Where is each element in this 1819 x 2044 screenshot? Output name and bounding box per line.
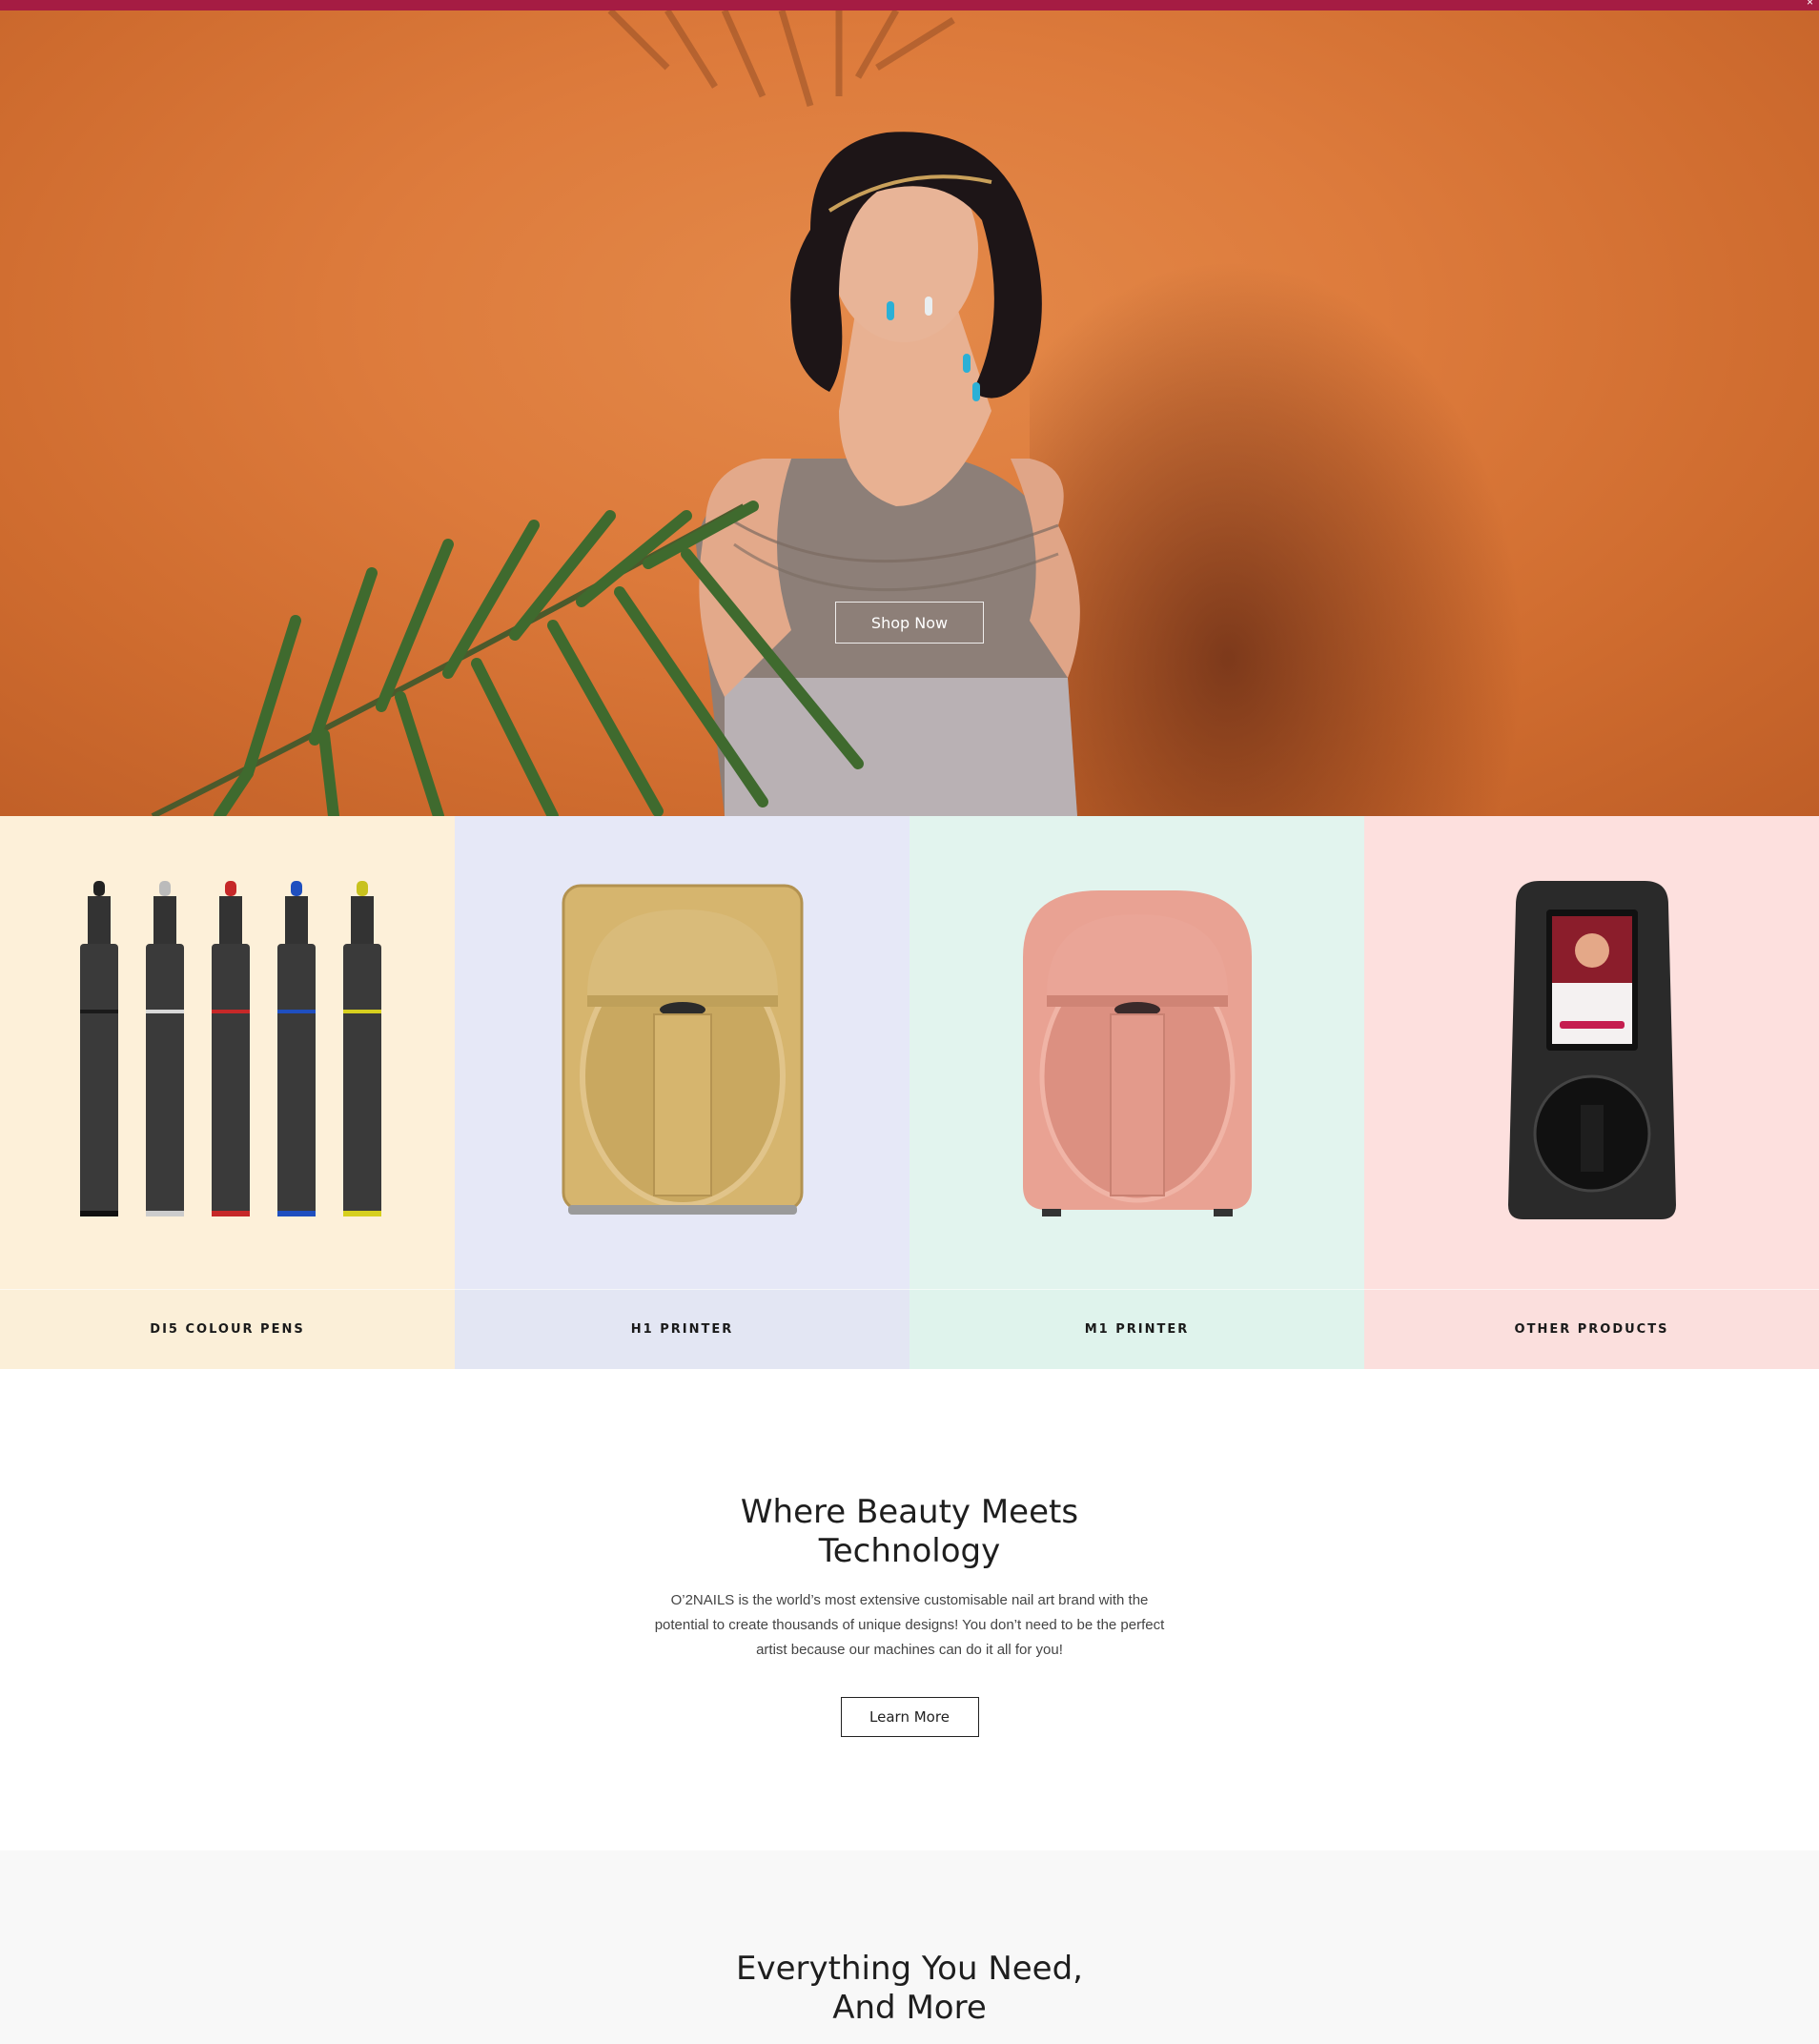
intro-title: Where Beauty Meets Technology (740, 1493, 1079, 1570)
category-label: H1 PRINTER (455, 1289, 910, 1369)
h1-printer-image (455, 816, 910, 1289)
features-section: Everything You Need, And More (0, 1850, 1819, 2044)
intro-body: O’2NAILS is the world’s most extensive c… (654, 1592, 1165, 1658)
colour-pens-image (0, 816, 455, 1289)
features-title: Everything You Need, And More (736, 1950, 1083, 2027)
learn-more-button[interactable]: Learn More (840, 1697, 979, 1737)
close-icon[interactable]: × (1807, 0, 1813, 8)
intro-section: Where Beauty Meets Technology O’2NAILS i… (0, 1369, 1819, 1850)
category-tile-m1-printer[interactable]: M1 PRINTER (910, 816, 1364, 1369)
category-tile-colour-pens[interactable]: DI5 COLOUR PENS (0, 816, 455, 1369)
category-tile-other-products[interactable]: OTHER PRODUCTS (1364, 816, 1819, 1369)
top-announcement-bar: × (0, 0, 1819, 10)
hero-model-image (151, 10, 1080, 816)
category-label: DI5 COLOUR PENS (0, 1289, 455, 1369)
other-products-image (1364, 816, 1819, 1289)
category-label: M1 PRINTER (910, 1289, 1364, 1369)
product-category-grid: DI5 COLOUR PENS H1 PRINTER M1 PRINTER OT… (0, 816, 1819, 1369)
skirt-shape (725, 678, 1077, 816)
hero-banner: Shop Now (0, 10, 1819, 816)
palm-shadow (607, 10, 955, 108)
pen-icon (79, 881, 381, 1216)
category-tile-h1-printer[interactable]: H1 PRINTER (455, 816, 910, 1369)
shop-now-button[interactable]: Shop Now (835, 602, 984, 644)
category-label: OTHER PRODUCTS (1364, 1289, 1819, 1369)
m1-printer-image (910, 816, 1364, 1289)
